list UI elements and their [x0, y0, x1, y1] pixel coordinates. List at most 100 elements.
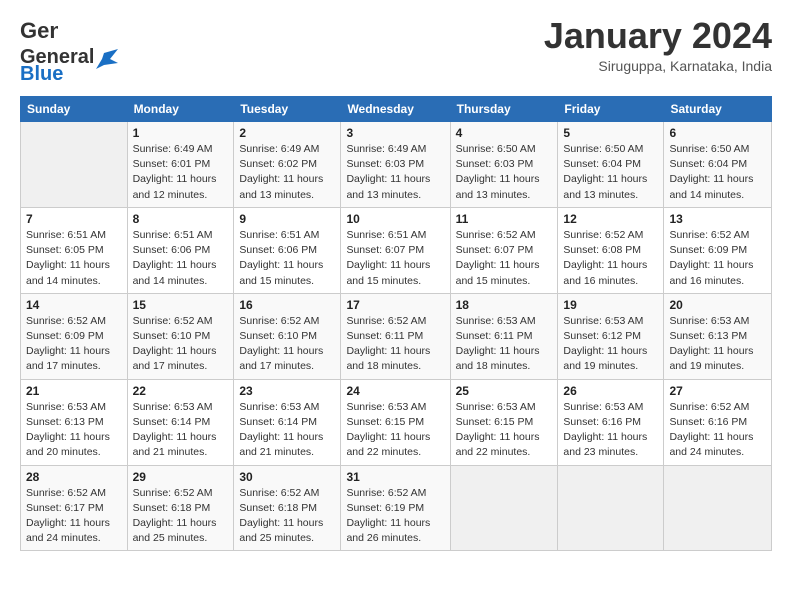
day-number: 30	[239, 470, 335, 484]
day-number: 5	[563, 126, 658, 140]
table-row: 11Sunrise: 6:52 AM Sunset: 6:07 PM Dayli…	[450, 207, 558, 293]
day-number: 15	[133, 298, 229, 312]
table-row: 22 Sunrise: 6:53 AM Sunset: 6:14 PM Dayli…	[127, 379, 234, 465]
day-info: Sunrise: 6:52 AM Sunset: 6:09 PM Dayligh…	[26, 314, 122, 375]
day-info: Sunrise: 6:51 AM Sunset: 6:07 PM Dayligh…	[346, 228, 444, 289]
day-number: 23	[239, 384, 335, 398]
day-info: Sunrise: 6:53 AM Sunset: 6:15 PM Dayligh…	[346, 400, 444, 461]
day-info: Sunrise: 6:50 AM Sunset: 6:04 PM Dayligh…	[669, 142, 766, 203]
day-info: Sunrise: 6:51 AM Sunset: 6:06 PM Dayligh…	[133, 228, 229, 289]
day-info: Sunrise: 6:50 AM Sunset: 6:03 PM Dayligh…	[456, 142, 553, 203]
table-row: 2 Sunrise: 6:49 AM Sunset: 6:02 PM Daylig…	[234, 122, 341, 208]
day-number: 18	[456, 298, 553, 312]
day-number: 2	[239, 126, 335, 140]
page: General General Blue January 2024 Sirugu…	[0, 0, 792, 561]
col-sunday: Sunday	[21, 97, 128, 122]
table-row: 21 Sunrise: 6:53 AM Sunset: 6:13 PM Dayli…	[21, 379, 128, 465]
day-info: Sunrise: 6:52 AM Sunset: 6:16 PM Dayligh…	[669, 400, 766, 461]
day-number: 26	[563, 384, 658, 398]
table-row: 13 Sunrise: 6:52 AM Sunset: 6:09 PM Dayli…	[664, 207, 772, 293]
day-info: Sunrise: 6:49 AM Sunset: 6:01 PM Dayligh…	[133, 142, 229, 203]
col-saturday: Saturday	[664, 97, 772, 122]
day-number: 19	[563, 298, 658, 312]
day-number: 28	[26, 470, 122, 484]
day-number: 24	[346, 384, 444, 398]
day-info: Sunrise: 6:52 AM Sunset: 6:10 PM Dayligh…	[133, 314, 229, 375]
day-number: 25	[456, 384, 553, 398]
svg-text:General: General	[20, 18, 58, 43]
table-row	[21, 122, 128, 208]
table-row: 4Sunrise: 6:50 AM Sunset: 6:03 PM Daylig…	[450, 122, 558, 208]
day-info: Sunrise: 6:52 AM Sunset: 6:19 PM Dayligh…	[346, 486, 444, 547]
day-number: 14	[26, 298, 122, 312]
day-info: Sunrise: 6:51 AM Sunset: 6:05 PM Dayligh…	[26, 228, 122, 289]
calendar-week-row: 14 Sunrise: 6:52 AM Sunset: 6:09 PM Dayli…	[21, 293, 772, 379]
table-row	[450, 465, 558, 551]
table-row: 9 Sunrise: 6:51 AM Sunset: 6:06 PM Daylig…	[234, 207, 341, 293]
day-number: 17	[346, 298, 444, 312]
day-info: Sunrise: 6:53 AM Sunset: 6:12 PM Dayligh…	[563, 314, 658, 375]
table-row: 29 Sunrise: 6:52 AM Sunset: 6:18 PM Dayli…	[127, 465, 234, 551]
col-tuesday: Tuesday	[234, 97, 341, 122]
day-info: Sunrise: 6:53 AM Sunset: 6:13 PM Dayligh…	[26, 400, 122, 461]
day-number: 16	[239, 298, 335, 312]
day-info: Sunrise: 6:52 AM Sunset: 6:18 PM Dayligh…	[239, 486, 335, 547]
col-friday: Friday	[558, 97, 664, 122]
calendar-table: Sunday Monday Tuesday Wednesday Thursday…	[20, 96, 772, 551]
table-row: 20 Sunrise: 6:53 AM Sunset: 6:13 PM Dayli…	[664, 293, 772, 379]
day-info: Sunrise: 6:50 AM Sunset: 6:04 PM Dayligh…	[563, 142, 658, 203]
day-number: 6	[669, 126, 766, 140]
day-info: Sunrise: 6:53 AM Sunset: 6:11 PM Dayligh…	[456, 314, 553, 375]
day-number: 29	[133, 470, 229, 484]
day-info: Sunrise: 6:49 AM Sunset: 6:03 PM Dayligh…	[346, 142, 444, 203]
table-row: 27Sunrise: 6:52 AM Sunset: 6:16 PM Dayli…	[664, 379, 772, 465]
logo: General General Blue	[20, 16, 120, 86]
day-info: Sunrise: 6:52 AM Sunset: 6:08 PM Dayligh…	[563, 228, 658, 289]
table-row: 14 Sunrise: 6:52 AM Sunset: 6:09 PM Dayli…	[21, 293, 128, 379]
col-wednesday: Wednesday	[341, 97, 450, 122]
day-number: 10	[346, 212, 444, 226]
table-row: 12Sunrise: 6:52 AM Sunset: 6:08 PM Dayli…	[558, 207, 664, 293]
day-info: Sunrise: 6:52 AM Sunset: 6:10 PM Dayligh…	[239, 314, 335, 375]
header: General General Blue January 2024 Sirugu…	[20, 16, 772, 86]
calendar-week-row: 1 Sunrise: 6:49 AM Sunset: 6:01 PM Daylig…	[21, 122, 772, 208]
table-row: 19 Sunrise: 6:53 AM Sunset: 6:12 PM Dayli…	[558, 293, 664, 379]
day-number: 22	[133, 384, 229, 398]
table-row: 7 Sunrise: 6:51 AM Sunset: 6:05 PM Daylig…	[21, 207, 128, 293]
day-number: 7	[26, 212, 122, 226]
day-number: 21	[26, 384, 122, 398]
day-info: Sunrise: 6:52 AM Sunset: 6:09 PM Dayligh…	[669, 228, 766, 289]
day-info: Sunrise: 6:53 AM Sunset: 6:13 PM Dayligh…	[669, 314, 766, 375]
table-row: 17 Sunrise: 6:52 AM Sunset: 6:11 PM Dayli…	[341, 293, 450, 379]
day-info: Sunrise: 6:53 AM Sunset: 6:16 PM Dayligh…	[563, 400, 658, 461]
day-number: 9	[239, 212, 335, 226]
location: Siruguppa, Karnataka, India	[544, 58, 772, 74]
table-row: 31Sunrise: 6:52 AM Sunset: 6:19 PM Dayli…	[341, 465, 450, 551]
table-row: 6 Sunrise: 6:50 AM Sunset: 6:04 PM Daylig…	[664, 122, 772, 208]
table-row	[558, 465, 664, 551]
day-number: 1	[133, 126, 229, 140]
day-info: Sunrise: 6:52 AM Sunset: 6:17 PM Dayligh…	[26, 486, 122, 547]
table-row	[664, 465, 772, 551]
table-row: 10 Sunrise: 6:51 AM Sunset: 6:07 PM Dayli…	[341, 207, 450, 293]
col-monday: Monday	[127, 97, 234, 122]
title-block: January 2024 Siruguppa, Karnataka, India	[544, 16, 772, 74]
col-thursday: Thursday	[450, 97, 558, 122]
day-info: Sunrise: 6:53 AM Sunset: 6:14 PM Dayligh…	[133, 400, 229, 461]
logo-icon: General	[20, 16, 58, 46]
table-row: 30 Sunrise: 6:52 AM Sunset: 6:18 PM Dayli…	[234, 465, 341, 551]
calendar-header-row: Sunday Monday Tuesday Wednesday Thursday…	[21, 97, 772, 122]
day-number: 13	[669, 212, 766, 226]
day-number: 11	[456, 212, 553, 226]
day-number: 20	[669, 298, 766, 312]
day-info: Sunrise: 6:52 AM Sunset: 6:18 PM Dayligh…	[133, 486, 229, 547]
day-number: 3	[346, 126, 444, 140]
table-row: 5 Sunrise: 6:50 AM Sunset: 6:04 PM Daylig…	[558, 122, 664, 208]
day-info: Sunrise: 6:51 AM Sunset: 6:06 PM Dayligh…	[239, 228, 335, 289]
table-row: 8Sunrise: 6:51 AM Sunset: 6:06 PM Daylig…	[127, 207, 234, 293]
day-info: Sunrise: 6:52 AM Sunset: 6:11 PM Dayligh…	[346, 314, 444, 375]
calendar-week-row: 28 Sunrise: 6:52 AM Sunset: 6:17 PM Dayli…	[21, 465, 772, 551]
table-row: 15 Sunrise: 6:52 AM Sunset: 6:10 PM Dayli…	[127, 293, 234, 379]
day-info: Sunrise: 6:49 AM Sunset: 6:02 PM Dayligh…	[239, 142, 335, 203]
table-row: 28 Sunrise: 6:52 AM Sunset: 6:17 PM Dayli…	[21, 465, 128, 551]
